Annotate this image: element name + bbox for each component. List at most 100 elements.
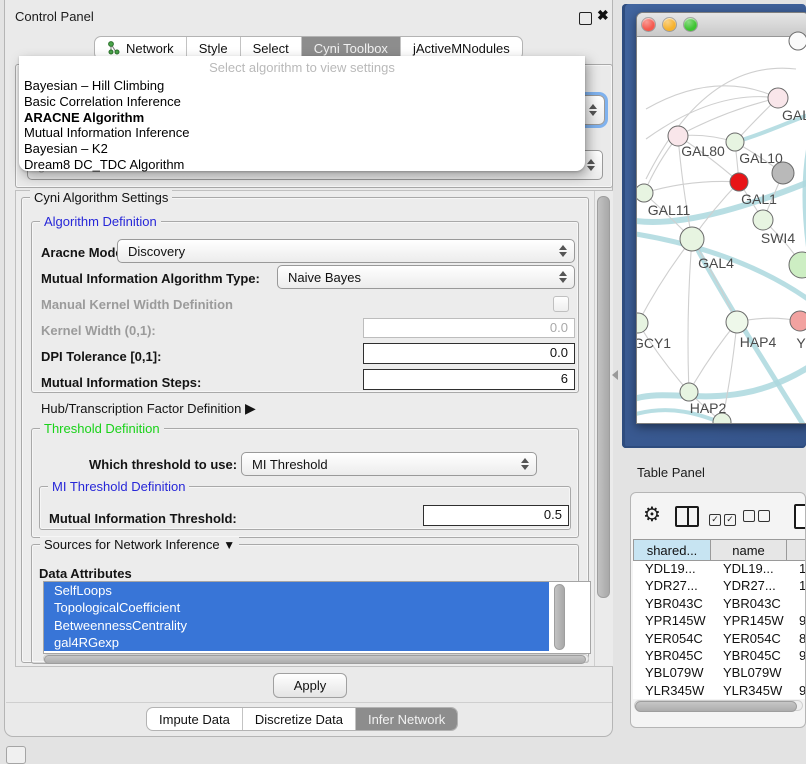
network-edge[interactable] xyxy=(678,98,778,136)
data-attribute-item[interactable]: BetweennessCentrality xyxy=(44,617,549,634)
algorithm-definition-title: Algorithm Definition xyxy=(40,214,161,229)
table-row[interactable]: YER054CYER054C8. xyxy=(633,631,806,648)
table-cell: YDL19... xyxy=(633,561,711,578)
network-node[interactable] xyxy=(789,252,806,278)
attributes-hscrollbar-thumb[interactable] xyxy=(44,655,586,664)
deselect-all-columns-icon[interactable] xyxy=(743,509,773,527)
attributes-hscrollbar-track[interactable] xyxy=(43,654,589,663)
tab-discretize-data[interactable]: Discretize Data xyxy=(243,708,356,730)
panel-splitter-handle[interactable] xyxy=(612,370,618,380)
export-table-icon[interactable] xyxy=(794,504,806,529)
expanded-arrow-icon[interactable]: ▼ xyxy=(223,538,235,552)
table-panel: ⚙ ✓✓ shared... name YDL19...YDL19...13YD… xyxy=(630,492,806,728)
attributes-scrollbar-thumb[interactable] xyxy=(554,584,565,650)
network-view-window[interactable]: GALGAL80GAL10GAL1GAL11SWI4GAL4GCY1HAP4YH… xyxy=(636,12,806,424)
algorithm-option[interactable]: Bayesian – Hill Climbing xyxy=(19,78,585,94)
tab-impute-data[interactable]: Impute Data xyxy=(147,708,243,730)
manual-kernel-checkbox[interactable] xyxy=(553,296,569,312)
table-row[interactable]: YDL19...YDL19...13 xyxy=(633,561,806,578)
network-node-label: GAL10 xyxy=(739,150,783,166)
apply-button[interactable]: Apply xyxy=(273,673,347,698)
network-node-label: SWI4 xyxy=(761,230,795,246)
algorithm-popup-list: Bayesian – Hill ClimbingBasic Correlatio… xyxy=(19,78,585,173)
network-canvas[interactable]: GALGAL80GAL10GAL1GAL11SWI4GAL4GCY1HAP4YH… xyxy=(637,13,806,423)
algorithm-option[interactable]: Mutual Information Inference xyxy=(19,125,585,141)
table-row[interactable]: YDR27...YDR27...12 xyxy=(633,578,806,595)
network-edge[interactable] xyxy=(644,181,739,193)
table-hscrollbar-thumb[interactable] xyxy=(635,701,797,712)
column-header-shared-name[interactable]: shared... xyxy=(633,539,711,561)
select-all-columns-icon[interactable]: ✓✓ xyxy=(709,509,739,527)
which-threshold-combobox[interactable]: MI Threshold xyxy=(241,452,537,476)
which-threshold-label: Which threshold to use: xyxy=(89,457,237,472)
data-attribute-item[interactable]: TopologicalCoefficient xyxy=(44,599,549,616)
kernel-width-field[interactable]: 0.0 xyxy=(363,318,575,338)
aracne-mode-combobox[interactable]: Discovery xyxy=(117,239,575,263)
network-node[interactable] xyxy=(753,210,773,230)
table-row[interactable]: YBR043CYBR043C xyxy=(633,596,806,613)
table-row[interactable]: YLR345WYLR345W9. xyxy=(633,683,806,699)
network-node[interactable] xyxy=(730,173,748,191)
mi-type-label: Mutual Information Algorithm Type: xyxy=(41,271,260,286)
column-header-partial[interactable] xyxy=(787,539,806,561)
algorithm-option[interactable]: Basic Correlation Inference xyxy=(19,94,585,110)
network-node[interactable] xyxy=(726,311,748,333)
table-row[interactable]: YBR045CYBR045C9. xyxy=(633,648,806,665)
close-icon[interactable]: ✖ xyxy=(597,7,609,24)
network-node[interactable] xyxy=(789,32,806,50)
table-panel-title: Table Panel xyxy=(637,465,705,480)
network-node[interactable] xyxy=(637,313,648,333)
docked-panel-icon[interactable] xyxy=(6,746,26,764)
table-cell: YER054C xyxy=(633,631,711,648)
tab-network-label: Network xyxy=(126,41,174,56)
network-node[interactable] xyxy=(680,227,704,251)
table-hscrollbar-track[interactable] xyxy=(634,700,803,711)
network-node[interactable] xyxy=(680,383,698,401)
gear-icon[interactable]: ⚙ xyxy=(643,505,661,525)
network-node-label: HAP4 xyxy=(740,334,777,350)
mi-steps-field[interactable]: 6 xyxy=(363,369,575,390)
algorithm-option[interactable]: Dream8 DC_TDC Algorithm xyxy=(19,157,585,173)
kernel-width-label: Kernel Width (0,1): xyxy=(41,323,156,338)
network-node[interactable] xyxy=(726,133,744,151)
mi-threshold-field[interactable]: 0.5 xyxy=(423,505,569,526)
tab-infer-network[interactable]: Infer Network xyxy=(356,708,457,730)
threshold-definition-title: Threshold Definition xyxy=(40,421,164,436)
split-columns-icon[interactable] xyxy=(675,506,699,527)
table-cell: YBL079W xyxy=(633,665,711,682)
hub-definition-toggle[interactable]: Hub/Transcription Factor Definition ▶ xyxy=(41,400,256,417)
column-header-name[interactable]: name xyxy=(711,539,787,561)
mi-type-combobox[interactable]: Naive Bayes xyxy=(277,265,575,289)
network-edge[interactable] xyxy=(688,239,692,392)
mi-threshold-definition-title: MI Threshold Definition xyxy=(48,479,189,494)
float-panel-icon[interactable] xyxy=(579,12,592,25)
table-cell: YPR145W xyxy=(633,613,711,630)
dpi-tolerance-label: DPI Tolerance [0,1]: xyxy=(41,349,161,364)
network-edge[interactable] xyxy=(638,239,692,323)
dpi-tolerance-field[interactable]: 0.0 xyxy=(363,343,575,364)
table-cell: YBR043C xyxy=(633,596,711,613)
data-attribute-item[interactable]: SelfLoops xyxy=(44,582,549,599)
algorithm-dropdown-popup: Select algorithm to view settings Bayesi… xyxy=(19,56,585,171)
tab-select-label: Select xyxy=(253,41,289,56)
algorithm-option[interactable]: Bayesian – K2 xyxy=(19,141,585,157)
tab-cyni-toolbox-label: Cyni Toolbox xyxy=(314,41,388,56)
algorithm-option[interactable]: ARACNE Algorithm xyxy=(19,110,585,126)
aracne-mode-value: Discovery xyxy=(128,244,185,259)
combo-stepper-icon xyxy=(559,271,567,283)
data-attribute-item[interactable]: gal4RGexp xyxy=(44,634,549,651)
network-edge[interactable] xyxy=(638,323,689,392)
network-node[interactable] xyxy=(768,88,788,108)
table-cell: YER054C xyxy=(711,631,787,648)
table-header-row: shared... name xyxy=(633,539,806,561)
network-node[interactable] xyxy=(790,311,806,331)
table-row[interactable]: YPR145WYPR145W9. xyxy=(633,613,806,630)
settings-scrollbar-thumb[interactable] xyxy=(597,196,610,598)
network-edge[interactable] xyxy=(646,86,778,109)
table-cell: YPR145W xyxy=(711,613,787,630)
table-cell: 9. xyxy=(787,683,806,699)
network-node[interactable] xyxy=(637,184,653,202)
table-cell: YDL19... xyxy=(711,561,787,578)
tab-impute-data-label: Impute Data xyxy=(159,712,230,727)
table-row[interactable]: YBL079WYBL079W xyxy=(633,665,806,682)
